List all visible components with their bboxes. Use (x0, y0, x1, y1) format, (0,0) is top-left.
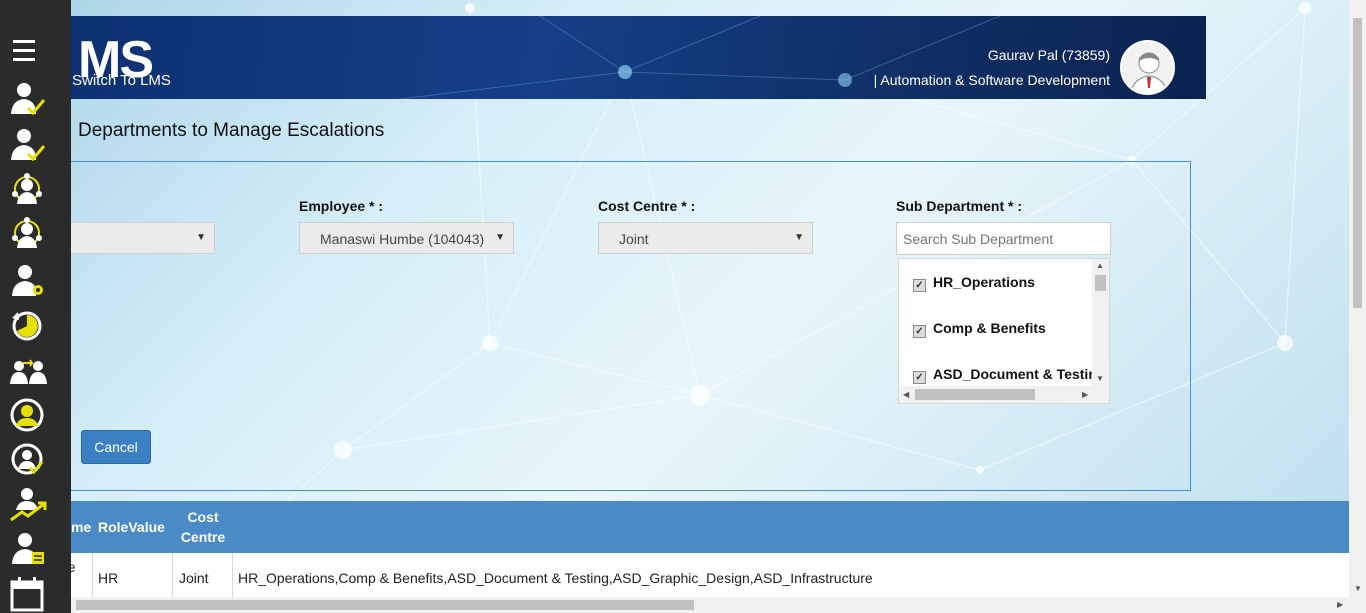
column-header-name[interactable]: me (71, 519, 91, 535)
chevron-down-icon: ▼ (495, 232, 505, 243)
page-vertical-scrollbar[interactable]: ▼ (1349, 0, 1366, 597)
chevron-down-icon: ▼ (196, 232, 206, 243)
sub-department-search-input[interactable] (896, 222, 1111, 255)
sidebar-item-transfer[interactable] (10, 354, 48, 392)
column-divider (172, 553, 173, 597)
scroll-right-icon[interactable]: ▶ (1082, 390, 1088, 399)
cell-cost-centre: Joint (179, 570, 209, 586)
table-header: me RoleValue Cost Centre (0, 501, 1349, 553)
user-transfer-icon (10, 359, 47, 384)
scroll-right-icon[interactable]: ▶ (1337, 600, 1343, 609)
scroll-thumb[interactable] (76, 600, 694, 610)
cost-centre-select[interactable]: Joint ▼ (598, 222, 813, 254)
sidebar-item-reassign[interactable] (10, 442, 48, 480)
column-header-cost-centre-line2: Centre (180, 529, 226, 545)
scroll-down-icon[interactable]: ▼ (1096, 374, 1104, 383)
user-name: Gaurav Pal (73859) (987, 47, 1110, 63)
user-department: | Automation & Software Development (873, 72, 1110, 88)
scroll-up-icon[interactable]: ▲ (1096, 261, 1104, 270)
calendar-icon (10, 577, 44, 612)
column-header-role[interactable]: RoleValue (98, 519, 165, 535)
column-divider (232, 553, 233, 597)
scroll-thumb[interactable] (1095, 275, 1106, 291)
cell-departments: HR_Operations,Comp & Benefits,ASD_Docume… (238, 570, 873, 586)
list-item[interactable]: ✓ HR_Operations (913, 274, 1035, 292)
cost-centre-label: Cost Centre * : (598, 198, 696, 214)
sidebar-item-calendar[interactable] (10, 576, 48, 613)
checkbox[interactable]: ✓ (913, 371, 926, 384)
scroll-down-icon[interactable]: ▼ (1354, 584, 1362, 593)
sidebar (0, 0, 71, 613)
cost-centre-select-value: Joint (619, 231, 649, 247)
scroll-left-icon[interactable]: ◀ (903, 390, 909, 399)
sidebar-item-documents[interactable] (10, 530, 48, 568)
list-item-label: HR_Operations (933, 274, 1035, 290)
page-horizontal-scrollbar[interactable]: ▶ (71, 597, 1366, 613)
list-item[interactable]: ✓ ASD_Document & Testing (913, 366, 1105, 384)
list-horizontal-scrollbar[interactable]: ◀ ▶ (899, 386, 1109, 403)
checkbox[interactable]: ✓ (913, 279, 926, 292)
sidebar-item-team-2[interactable] (10, 216, 48, 254)
checkbox[interactable]: ✓ (913, 325, 926, 338)
user-circle-icon (10, 398, 44, 432)
cell-role: HR (98, 570, 119, 586)
user-check-icon (11, 129, 46, 162)
menu-toggle[interactable] (10, 32, 48, 70)
page-title: Departments to Manage Escalations (78, 120, 385, 141)
sub-department-label: Sub Department * : (896, 198, 1023, 214)
menu-icon (13, 40, 35, 61)
sidebar-item-team[interactable] (10, 172, 48, 210)
user-network-icon (12, 173, 42, 204)
user-refresh-icon (11, 443, 44, 475)
sidebar-item-performance[interactable] (10, 486, 48, 524)
sidebar-item-approvals[interactable] (10, 80, 48, 118)
clock-refresh-icon (12, 311, 42, 341)
list-vertical-scrollbar[interactable]: ▲ ▼ (1092, 259, 1109, 387)
list-item-label: ASD_Document & Testing (933, 366, 1106, 382)
switch-to-lms-link[interactable]: Switch To LMS (72, 72, 171, 89)
sidebar-item-approvals-2[interactable] (10, 126, 48, 164)
scroll-thumb[interactable] (915, 389, 1035, 400)
user-growth-icon (10, 488, 47, 522)
chevron-down-icon: ▼ (794, 232, 804, 243)
column-divider (92, 553, 93, 597)
sidebar-item-profile[interactable] (10, 398, 48, 436)
header-banner: MS Switch To LMS Gaurav Pal (73859) | Au… (0, 16, 1206, 99)
employee-select[interactable]: Manaswi Humbe (104043) ▼ (299, 222, 514, 254)
scroll-thumb[interactable] (1353, 18, 1362, 308)
sidebar-item-history[interactable] (10, 308, 48, 346)
sidebar-item-settings[interactable] (10, 262, 48, 300)
column-header-cost-centre-line1: Cost (187, 509, 219, 525)
list-item-label: Comp & Benefits (933, 320, 1046, 336)
user-document-icon (12, 533, 44, 564)
employee-select-value: Manaswi Humbe (104043) (320, 231, 485, 247)
avatar[interactable] (1120, 40, 1175, 95)
employee-label: Employee * : (299, 198, 384, 214)
user-check-icon (11, 83, 46, 116)
sub-department-list: ✓ HR_Operations ✓ Comp & Benefits ✓ ASD_Doc… (898, 258, 1110, 404)
user-settings-icon (12, 265, 43, 296)
table-row: be HR Joint HR_Operations,Comp & Benefit… (0, 553, 1349, 597)
user-network-icon (12, 217, 42, 248)
cancel-button[interactable]: Cancel (81, 430, 151, 464)
role-select[interactable]: ▼ (60, 222, 215, 254)
list-item[interactable]: ✓ Comp & Benefits (913, 320, 1046, 338)
column-header-cost-centre[interactable]: Cost Centre (180, 509, 226, 545)
